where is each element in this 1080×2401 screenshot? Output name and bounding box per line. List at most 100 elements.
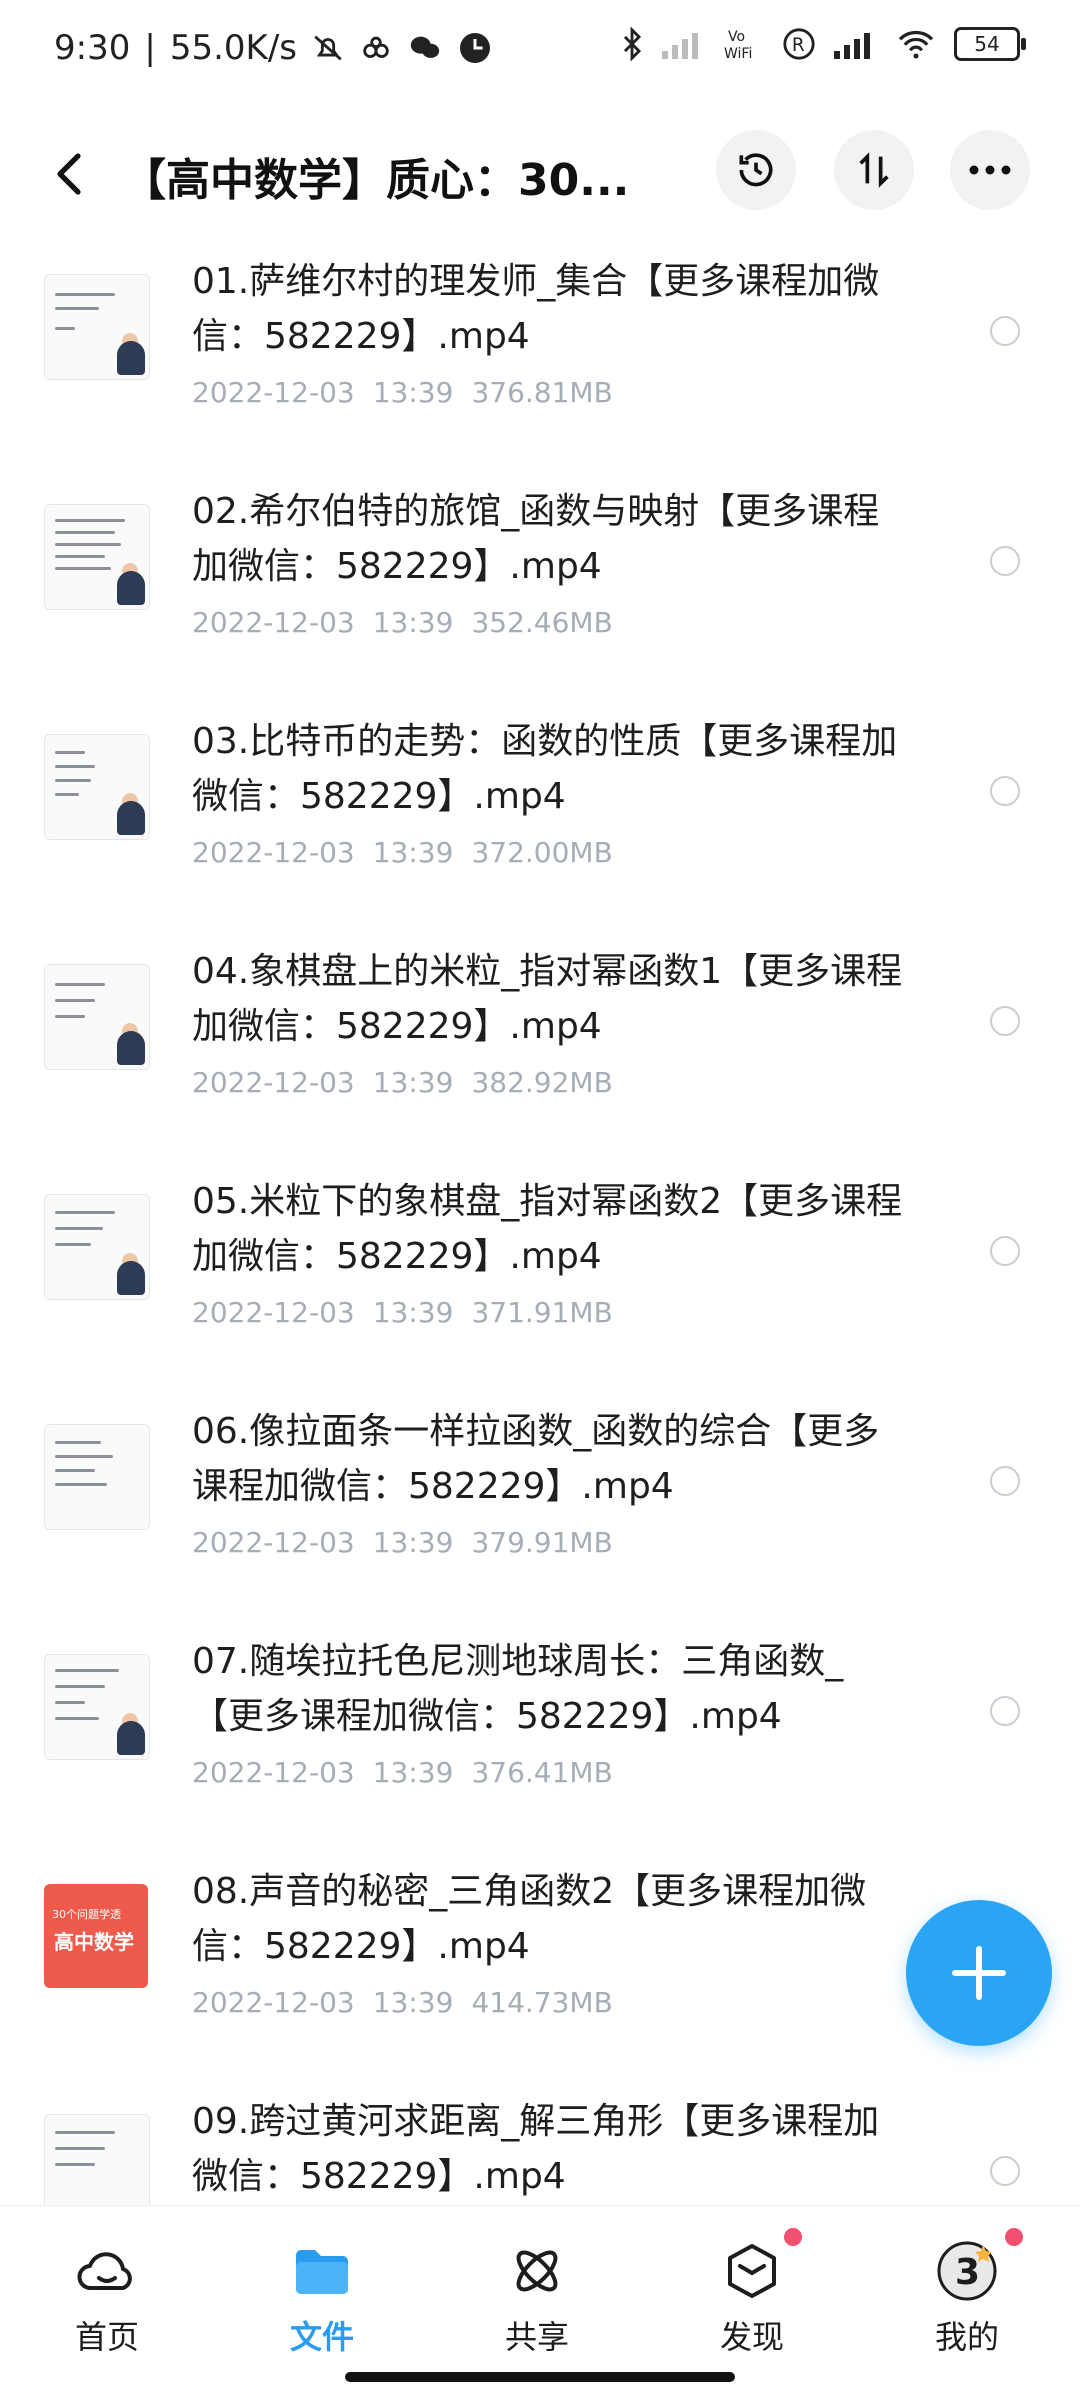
avatar-badge-text: 3: [955, 2252, 980, 2293]
nav-files-label: 文件: [289, 2318, 354, 2356]
signal-weak-icon: [662, 29, 706, 59]
file-time: 13:39: [372, 1296, 454, 1329]
file-date: 2022-12-03: [192, 1066, 355, 1099]
file-time: 13:39: [372, 376, 454, 409]
course-cover-thumbnail: 30个问题学透 高中数学: [44, 1884, 148, 1988]
nav-share[interactable]: 共享: [467, 2234, 607, 2358]
file-name: 05.米粒下的象棋盘_指对幂函数2【更多课程加微信：582229】.mp4: [192, 1181, 903, 1277]
file-name: 02.希尔伯特的旅馆_函数与映射【更多课程加微信：582229】.mp4: [192, 491, 880, 587]
video-thumbnail: [44, 1194, 150, 1300]
nav-files[interactable]: 文件: [252, 2234, 392, 2358]
file-row[interactable]: 03.比特币的走势：函数的性质【更多课程加微信：582229】.mp4 2022…: [0, 710, 1080, 940]
nav-mine[interactable]: 3 我的: [897, 2228, 1037, 2358]
discover-cube-icon: [682, 2228, 822, 2308]
file-row[interactable]: 05.米粒下的象棋盘_指对幂函数2【更多课程加微信：582229】.mp4 20…: [0, 1170, 1080, 1400]
notification-dot: [784, 2228, 802, 2246]
sort-button[interactable]: [834, 130, 914, 210]
folder-header: 【高中数学】质心：30...: [0, 110, 1080, 250]
file-meta: 2022-12-03 13:39 372.00MB: [192, 836, 631, 869]
file-row[interactable]: 06.像拉面条一样拉函数_函数的综合【更多课程加微信：582229】.mp4 2…: [0, 1400, 1080, 1630]
select-radio[interactable]: [990, 776, 1020, 806]
file-size: 379.91MB: [471, 1526, 613, 1559]
file-size: 382.92MB: [471, 1066, 613, 1099]
status-left: 9:30 | 55.0K/s: [54, 28, 493, 68]
add-button[interactable]: [906, 1900, 1052, 2046]
signal-icon: [834, 29, 878, 59]
file-meta: 2022-12-03 13:39 371.91MB: [192, 1296, 631, 1329]
mute-bell-icon: [311, 31, 345, 65]
svg-text:Vo: Vo: [728, 29, 745, 45]
file-date: 2022-12-03: [192, 836, 355, 869]
video-thumbnail: [44, 734, 150, 840]
clock-icon: [457, 30, 493, 66]
file-time: 13:39: [372, 1066, 454, 1099]
nav-share-label: 共享: [504, 2318, 569, 2356]
net-speed: 55.0K/s: [169, 28, 297, 68]
back-arrow-icon: [57, 153, 81, 195]
select-radio[interactable]: [990, 1006, 1020, 1036]
select-radio[interactable]: [990, 1696, 1020, 1726]
video-thumbnail: [44, 274, 150, 380]
file-size: 376.81MB: [471, 376, 613, 409]
file-row[interactable]: 04.象棋盘上的米粒_指对幂函数1【更多课程加微信：582229】.mp4 20…: [0, 940, 1080, 1170]
file-date: 2022-12-03: [192, 606, 355, 639]
nav-mine-label: 我的: [934, 2318, 999, 2356]
file-name: 01.萨维尔村的理发师_集合【更多课程加微信：582229】.mp4: [192, 261, 880, 357]
gesture-bar[interactable]: [345, 2372, 735, 2382]
select-radio[interactable]: [990, 316, 1020, 346]
file-size: 372.00MB: [471, 836, 613, 869]
file-time: 13:39: [372, 1986, 454, 2019]
back-button[interactable]: [40, 138, 100, 210]
status-right: Vo WiFi R 54: [620, 26, 1026, 62]
svg-text:WiFi: WiFi: [724, 46, 752, 62]
cover-subtitle: 30个问题学透: [52, 1908, 121, 1921]
select-radio[interactable]: [990, 1466, 1020, 1496]
file-time: 13:39: [372, 1756, 454, 1789]
video-thumbnail: [44, 504, 150, 610]
file-row[interactable]: 07.随埃拉托色尼测地球周长：三角函数_【更多课程加微信：582229】.mp4…: [0, 1630, 1080, 1860]
vowifi-icon: Vo WiFi: [724, 26, 764, 62]
file-meta: 2022-12-03 13:39 382.92MB: [192, 1066, 631, 1099]
notification-dot: [1005, 2228, 1023, 2246]
folder-icon: [252, 2234, 392, 2308]
file-time: 13:39: [372, 606, 454, 639]
file-time: 13:39: [372, 836, 454, 869]
file-meta: 2022-12-03 13:39 376.81MB: [192, 376, 631, 409]
file-date: 2022-12-03: [192, 1986, 355, 2019]
bluetooth-icon: [620, 27, 644, 61]
file-name: 08.声音的秘密_三角函数2【更多课程加微信：582229】.mp4: [192, 1871, 867, 1967]
video-thumbnail: [44, 1424, 150, 1530]
more-dots-icon: [969, 165, 1011, 175]
history-button[interactable]: [716, 130, 796, 210]
file-name: 07.随埃拉托色尼测地球周长：三角函数_【更多课程加微信：582229】.mp4: [192, 1641, 844, 1737]
nav-home-label: 首页: [74, 2318, 139, 2356]
video-thumbnail: [44, 964, 150, 1070]
video-thumbnail: [44, 1654, 150, 1760]
file-meta: 2022-12-03 13:39 414.73MB: [192, 1986, 631, 2019]
select-radio[interactable]: [990, 2156, 1020, 2186]
share-orbit-icon: [467, 2234, 607, 2308]
more-button[interactable]: [950, 130, 1030, 210]
file-size: 352.46MB: [471, 606, 613, 639]
status-time: 9:30: [54, 28, 131, 68]
file-name: 09.跨过黄河求距离_解三角形【更多课程加微信：582229】.mp4: [192, 2101, 880, 2197]
file-size: 414.73MB: [471, 1986, 613, 2019]
select-radio[interactable]: [990, 1236, 1020, 1266]
select-radio[interactable]: [990, 546, 1020, 576]
file-meta: 2022-12-03 13:39 379.91MB: [192, 1526, 631, 1559]
plus-icon: [952, 1946, 1006, 2000]
wechat-icon: [407, 31, 443, 65]
file-meta: 2022-12-03 13:39 352.46MB: [192, 606, 631, 639]
sort-icon: [859, 152, 889, 188]
file-time: 13:39: [372, 1526, 454, 1559]
file-meta: 2022-12-03 13:39 376.41MB: [192, 1756, 631, 1789]
nav-discover[interactable]: 发现: [682, 2228, 822, 2358]
file-row[interactable]: 02.希尔伯特的旅馆_函数与映射【更多课程加微信：582229】.mp4 202…: [0, 480, 1080, 710]
nav-home[interactable]: 首页: [37, 2234, 177, 2358]
file-row[interactable]: 01.萨维尔村的理发师_集合【更多课程加微信：582229】.mp4 2022-…: [0, 250, 1080, 480]
cover-title: 高中数学: [54, 1930, 134, 1954]
nav-discover-label: 发现: [719, 2318, 784, 2356]
file-size: 376.41MB: [471, 1756, 613, 1789]
status-bar: 9:30 | 55.0K/s Vo WiFi R 54: [0, 0, 1080, 110]
folder-title: 【高中数学】质心：30...: [122, 155, 630, 206]
